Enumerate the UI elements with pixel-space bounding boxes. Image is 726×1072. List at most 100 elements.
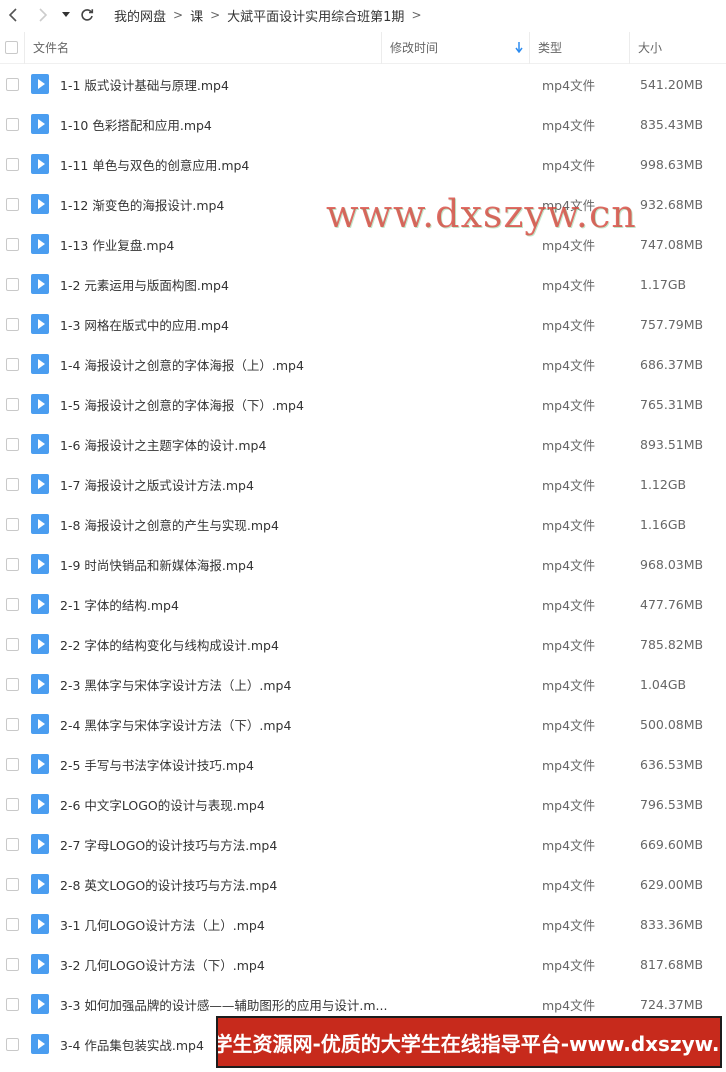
- file-name[interactable]: 2-2 字体的结构变化与线构成设计.mp4: [54, 635, 540, 654]
- file-checkbox[interactable]: [5, 837, 19, 851]
- file-name[interactable]: 1-5 海报设计之创意的字体海报（下）.mp4: [54, 395, 540, 414]
- file-checkbox[interactable]: [5, 517, 19, 531]
- file-checkbox[interactable]: [5, 357, 19, 371]
- file-name[interactable]: 2-8 英文LOGO的设计技巧与方法.mp4: [54, 875, 540, 894]
- file-row[interactable]: 1-12 渐变色的海报设计.mp4 mp4文件 932.68MB: [0, 184, 726, 224]
- file-checkbox[interactable]: [5, 797, 19, 811]
- file-name[interactable]: 1-2 元素运用与版面构图.mp4: [54, 275, 540, 294]
- column-header-size[interactable]: 大小: [630, 32, 726, 64]
- file-name[interactable]: 1-13 作业复盘.mp4: [54, 235, 540, 254]
- file-row[interactable]: 2-5 手写与书法字体设计技巧.mp4 mp4文件 636.53MB: [0, 744, 726, 784]
- file-name[interactable]: 1-12 渐变色的海报设计.mp4: [54, 195, 540, 214]
- file-row[interactable]: 3-1 几何LOGO设计方法（上）.mp4 mp4文件 833.36MB: [0, 904, 726, 944]
- file-row[interactable]: 1-3 网格在版式中的应用.mp4 mp4文件 757.79MB: [0, 304, 726, 344]
- file-select-cell: [0, 77, 24, 91]
- file-size: 541.20MB: [640, 76, 704, 92]
- file-row[interactable]: 1-13 作业复盘.mp4 mp4文件 747.08MB: [0, 224, 726, 264]
- back-button[interactable]: [2, 0, 24, 30]
- file-name[interactable]: 1-4 海报设计之创意的字体海报（上）.mp4: [54, 355, 540, 374]
- file-name[interactable]: 2-6 中文字LOGO的设计与表现.mp4: [54, 795, 540, 814]
- file-checkbox[interactable]: [5, 157, 19, 171]
- file-type: mp4文件: [542, 117, 596, 133]
- file-size: 724.37MB: [640, 996, 704, 1012]
- file-select-cell: [0, 437, 24, 451]
- file-row[interactable]: 2-3 黑体字与宋体字设计方法（上）.mp4 mp4文件 1.04GB: [0, 664, 726, 704]
- file-row[interactable]: 2-2 字体的结构变化与线构成设计.mp4 mp4文件 785.82MB: [0, 624, 726, 664]
- forward-button[interactable]: [32, 0, 54, 30]
- file-row[interactable]: 1-4 海报设计之创意的字体海报（上）.mp4 mp4文件 686.37MB: [0, 344, 726, 384]
- column-header-mtime[interactable]: 修改时间: [382, 31, 530, 64]
- file-type: mp4文件: [542, 157, 596, 173]
- file-row[interactable]: 1-11 单色与双色的创意应用.mp4 mp4文件 998.63MB: [0, 144, 726, 184]
- file-row[interactable]: 2-8 英文LOGO的设计技巧与方法.mp4 mp4文件 629.00MB: [0, 864, 726, 904]
- file-checkbox[interactable]: [5, 437, 19, 451]
- file-checkbox[interactable]: [5, 557, 19, 571]
- breadcrumb-separator: >: [411, 8, 422, 22]
- file-checkbox[interactable]: [5, 677, 19, 691]
- file-checkbox[interactable]: [5, 997, 19, 1011]
- file-type: mp4文件: [542, 717, 596, 733]
- file-name[interactable]: 1-6 海报设计之主题字体的设计.mp4: [54, 435, 540, 454]
- file-name[interactable]: 1-10 色彩搭配和应用.mp4: [54, 115, 540, 134]
- file-checkbox[interactable]: [5, 317, 19, 331]
- file-checkbox[interactable]: [5, 597, 19, 611]
- file-name[interactable]: 1-7 海报设计之版式设计方法.mp4: [54, 475, 540, 494]
- video-file-icon: [31, 674, 49, 694]
- file-checkbox[interactable]: [5, 637, 19, 651]
- file-row[interactable]: 1-7 海报设计之版式设计方法.mp4 mp4文件 1.12GB: [0, 464, 726, 504]
- file-checkbox[interactable]: [5, 877, 19, 891]
- breadcrumb-item-my-disk[interactable]: 我的网盘: [114, 6, 166, 25]
- file-icon-cell: [26, 874, 54, 894]
- file-row[interactable]: 1-2 元素运用与版面构图.mp4 mp4文件 1.17GB: [0, 264, 726, 304]
- file-name[interactable]: 3-1 几何LOGO设计方法（上）.mp4: [54, 915, 540, 934]
- file-row[interactable]: 2-1 字体的结构.mp4 mp4文件 477.76MB: [0, 584, 726, 624]
- file-checkbox[interactable]: [5, 77, 19, 91]
- history-dropdown-button[interactable]: [58, 0, 74, 30]
- video-file-icon: [31, 914, 49, 934]
- column-header-type[interactable]: 类型: [530, 31, 630, 64]
- file-row[interactable]: 1-8 海报设计之创意的产生与实现.mp4 mp4文件 1.16GB: [0, 504, 726, 544]
- file-row[interactable]: 2-4 黑体字与宋体字设计方法（下）.mp4 mp4文件 500.08MB: [0, 704, 726, 744]
- file-name[interactable]: 3-2 几何LOGO设计方法（下）.mp4: [54, 955, 540, 974]
- file-name[interactable]: 2-7 字母LOGO的设计技巧与方法.mp4: [54, 835, 540, 854]
- file-name[interactable]: 2-3 黑体字与宋体字设计方法（上）.mp4: [54, 675, 540, 694]
- file-row[interactable]: 1-5 海报设计之创意的字体海报（下）.mp4 mp4文件 765.31MB: [0, 384, 726, 424]
- file-row[interactable]: 2-6 中文字LOGO的设计与表现.mp4 mp4文件 796.53MB: [0, 784, 726, 824]
- file-row[interactable]: 1-6 海报设计之主题字体的设计.mp4 mp4文件 893.51MB: [0, 424, 726, 464]
- file-name[interactable]: 3-3 如何加强品牌的设计感——辅助图形的应用与设计.m...: [54, 995, 540, 1014]
- column-header-name[interactable]: 文件名: [25, 31, 382, 64]
- file-checkbox[interactable]: [5, 757, 19, 771]
- breadcrumb-item-course[interactable]: 课: [190, 6, 203, 25]
- file-checkbox[interactable]: [5, 477, 19, 491]
- file-row[interactable]: 1-10 色彩搭配和应用.mp4 mp4文件 835.43MB: [0, 104, 726, 144]
- file-checkbox[interactable]: [5, 717, 19, 731]
- file-row[interactable]: 2-7 字母LOGO的设计技巧与方法.mp4 mp4文件 669.60MB: [0, 824, 726, 864]
- file-select-cell: [0, 157, 24, 171]
- file-checkbox[interactable]: [5, 117, 19, 131]
- file-name[interactable]: 1-9 时尚快销品和新媒体海报.mp4: [54, 555, 540, 574]
- file-checkbox[interactable]: [5, 397, 19, 411]
- file-checkbox[interactable]: [5, 917, 19, 931]
- file-checkbox[interactable]: [5, 237, 19, 251]
- breadcrumb-item-current-folder[interactable]: 大斌平面设计实用综合班第1期: [227, 6, 404, 25]
- file-name[interactable]: 1-3 网格在版式中的应用.mp4: [54, 315, 540, 334]
- file-name[interactable]: 1-11 单色与双色的创意应用.mp4: [54, 155, 540, 174]
- file-name[interactable]: 1-8 海报设计之创意的产生与实现.mp4: [54, 515, 540, 534]
- file-name[interactable]: 2-4 黑体字与宋体字设计方法（下）.mp4: [54, 715, 540, 734]
- file-name[interactable]: 2-5 手写与书法字体设计技巧.mp4: [54, 755, 540, 774]
- file-name[interactable]: 2-1 字体的结构.mp4: [54, 595, 540, 614]
- file-row[interactable]: 1-1 版式设计基础与原理.mp4 mp4文件 541.20MB: [0, 64, 726, 104]
- file-checkbox[interactable]: [5, 957, 19, 971]
- file-checkbox[interactable]: [5, 197, 19, 211]
- navigation-bar: 我的网盘 > 课 > 大斌平面设计实用综合班第1期 >: [0, 0, 726, 30]
- select-all-checkbox[interactable]: [5, 41, 18, 54]
- video-file-icon: [31, 994, 49, 1014]
- file-row[interactable]: 1-9 时尚快销品和新媒体海报.mp4 mp4文件 968.03MB: [0, 544, 726, 584]
- file-row[interactable]: 3-2 几何LOGO设计方法（下）.mp4 mp4文件 817.68MB: [0, 944, 726, 984]
- file-checkbox[interactable]: [5, 1037, 19, 1051]
- file-checkbox[interactable]: [5, 277, 19, 291]
- file-name[interactable]: 1-1 版式设计基础与原理.mp4: [54, 75, 540, 94]
- file-icon-cell: [26, 634, 54, 654]
- refresh-button[interactable]: [76, 0, 98, 30]
- video-file-icon: [31, 714, 49, 734]
